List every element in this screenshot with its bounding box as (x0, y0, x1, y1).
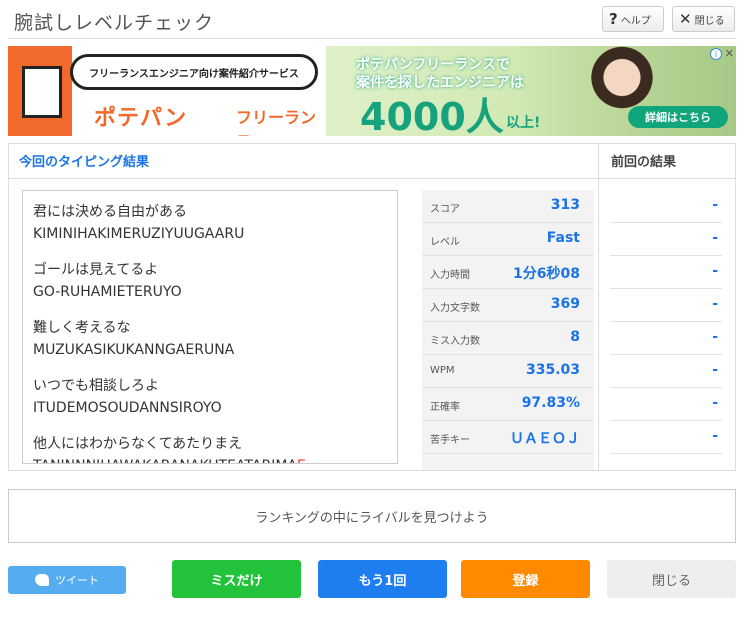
phrase-item: ゴールは見えてるよ GO-RUHAMIETERUYO (33, 259, 397, 303)
results-heading: 今回のタイピング結果 (9, 144, 598, 179)
previous-stat-value: - (712, 428, 718, 444)
missed-char: E (297, 458, 306, 463)
phrase-romaji: TANINNNIHAWAKARANAKUTEATARIMAE (33, 455, 397, 463)
stat-value: 369 (550, 296, 580, 312)
ad-brand-sub: フリーランス (236, 108, 317, 136)
stats-table: スコア 313 レベル Fast 入力時間 1分6秒08 入力文字数 369 ミス入力数 8 WPM… (422, 190, 594, 470)
tweet-label: ツイート (55, 574, 99, 587)
phrase-romaji: MUZUKASIKUKANNGAERUNA (33, 339, 397, 361)
previous-heading: 前回の結果 (598, 144, 735, 179)
previous-stat-row: - (610, 223, 722, 256)
header-bar: 腕試しレベルチェック ? ヘルプ ✕ 閉じる (8, 0, 735, 39)
question-icon: ? (609, 10, 618, 28)
phrase-romaji: KIMINIHAKIMERUZIYUUGAARU (33, 223, 397, 245)
ad-suffix: 以上! (506, 115, 541, 131)
previous-stat-row: - (610, 355, 722, 388)
register-button[interactable]: 登録 (461, 560, 590, 598)
ad-right-panel: ポテパンフリーランスで 案件を探したエンジニアは 4000人 以上! 詳細はこち… (326, 46, 736, 136)
previous-stat-value: - (712, 263, 718, 279)
stat-row: ミス入力数 8 (422, 322, 594, 355)
previous-stat-row: - (610, 190, 722, 223)
phrase-item: 他人にはわからなくてあたりまえ TANINNNIHAWAKARANAKUTEATA… (33, 433, 397, 463)
phrase-japanese: 難しく考えるな (33, 320, 131, 336)
previous-results-column: - - - - - - - - (610, 190, 722, 470)
stat-row: スコア 313 (422, 190, 594, 223)
stat-label: スコア (430, 204, 460, 215)
stat-label: 正確率 (430, 402, 460, 413)
phrase-japanese: 他人にはわからなくてあたりまえ (33, 436, 243, 452)
typed-text-box[interactable]: 君には決める自由がある KIMINIHAKIMERUZIYUUGAARU ゴールは見… (22, 190, 398, 464)
stat-value: 8 (570, 329, 580, 345)
previous-stat-row: - (610, 256, 722, 289)
stat-value: 313 (550, 197, 580, 213)
phrase-japanese: 君には決める自由がある (33, 204, 187, 220)
help-label: ヘルプ (620, 15, 651, 27)
ranking-link[interactable]: ランキングの中にライバルを見つけよう (8, 489, 736, 543)
stat-label: ミス入力数 (430, 336, 480, 347)
stat-label: 苦手キー (430, 435, 470, 446)
previous-stat-value: - (712, 395, 718, 411)
phrase-item: いつでも相談しろよ ITUDEMOSOUDANNSIROYO (33, 375, 397, 419)
stat-label: 入力時間 (430, 270, 470, 281)
phrase-item: 難しく考えるな MUZUKASIKUKANNGAERUNA (33, 317, 397, 361)
ad-big-number: 4000人 (360, 95, 504, 136)
stat-label: 入力文字数 (430, 303, 480, 314)
ad-brand: ポテパン (94, 106, 188, 131)
stat-value: 1分6秒08 (513, 266, 580, 282)
stat-row: 入力文字数 369 (422, 289, 594, 322)
phrase-japanese: いつでも相談しろよ (33, 378, 159, 394)
stat-value: 97.83% (521, 395, 580, 411)
romaji-text: ITUDEMOSOUDANNSIROYO (33, 400, 222, 416)
column-divider (598, 179, 599, 470)
mascot-icon (22, 66, 62, 118)
previous-stat-value: - (712, 329, 718, 345)
tweet-button[interactable]: ツイート (8, 566, 126, 594)
ad-left-panel: フリーランスエンジニア向け案件紹介サービス ポテパン フリーランス (8, 46, 326, 136)
romaji-text: GO-RUHAMIETERUYO (33, 284, 182, 300)
miss-only-button[interactable]: ミスだけ (172, 560, 301, 598)
previous-stat-row: - (610, 388, 722, 421)
stat-label: レベル (430, 237, 460, 248)
previous-stat-row: - (610, 289, 722, 322)
ad-banner[interactable]: フリーランスエンジニア向け案件紹介サービス ポテパン フリーランス ポテパンフリ… (8, 46, 736, 136)
help-button[interactable]: ? ヘルプ (602, 6, 664, 32)
stat-row: 苦手キー ＵＡＥＯＪ (422, 421, 594, 454)
close-icon: ✕ (679, 10, 692, 28)
page-title: 腕試しレベルチェック (14, 12, 215, 34)
phrase-romaji: GO-RUHAMIETERUYO (33, 281, 397, 303)
results-panel: 今回のタイピング結果 前回の結果 君には決める自由がある KIMINIHAKIME… (8, 143, 736, 471)
close-button-top[interactable]: ✕ 閉じる (672, 6, 735, 32)
stat-row: レベル Fast (422, 223, 594, 256)
retry-button[interactable]: もう1回 (318, 560, 447, 598)
stat-row: 正確率 97.83% (422, 388, 594, 421)
romaji-text: MUZUKASIKUKANNGAERUNA (33, 342, 235, 358)
previous-stat-value: - (712, 362, 718, 378)
previous-stat-row: - (610, 421, 722, 454)
stat-value: 335.03 (525, 362, 580, 378)
close-label: 閉じる (694, 15, 725, 27)
phrase-romaji: ITUDEMOSOUDANNSIROYO (33, 397, 397, 419)
stat-label: WPM (430, 365, 455, 376)
ad-info-icon[interactable]: i (710, 48, 722, 60)
romaji-text: TANINNNIHAWAKARANAKUTEATARIMA (33, 458, 297, 463)
previous-stat-value: - (712, 296, 718, 312)
stat-value: Fast (546, 230, 580, 246)
ad-bubble: フリーランスエンジニア向け案件紹介サービス (70, 54, 318, 90)
close-button-bottom[interactable]: 閉じる (607, 560, 736, 598)
phrase-japanese: ゴールは見えてるよ (33, 262, 159, 278)
ad-line1: ポテパンフリーランスで (356, 57, 510, 73)
ad-cta-button[interactable]: 詳細はこちら (628, 106, 728, 128)
stat-row: 入力時間 1分6秒08 (422, 256, 594, 289)
romaji-text: KIMINIHAKIMERUZIYUUGAARU (33, 226, 245, 242)
previous-stat-value: - (712, 230, 718, 246)
stat-value: ＵＡＥＯＪ (510, 431, 580, 447)
previous-stat-value: - (712, 197, 718, 213)
stat-row: WPM 335.03 (422, 355, 594, 388)
ad-close-icon[interactable]: ✕ (725, 47, 734, 60)
twitter-bird-icon (35, 574, 49, 586)
phrase-item: 君には決める自由がある KIMINIHAKIMERUZIYUUGAARU (33, 201, 397, 245)
previous-stat-row: - (610, 322, 722, 355)
